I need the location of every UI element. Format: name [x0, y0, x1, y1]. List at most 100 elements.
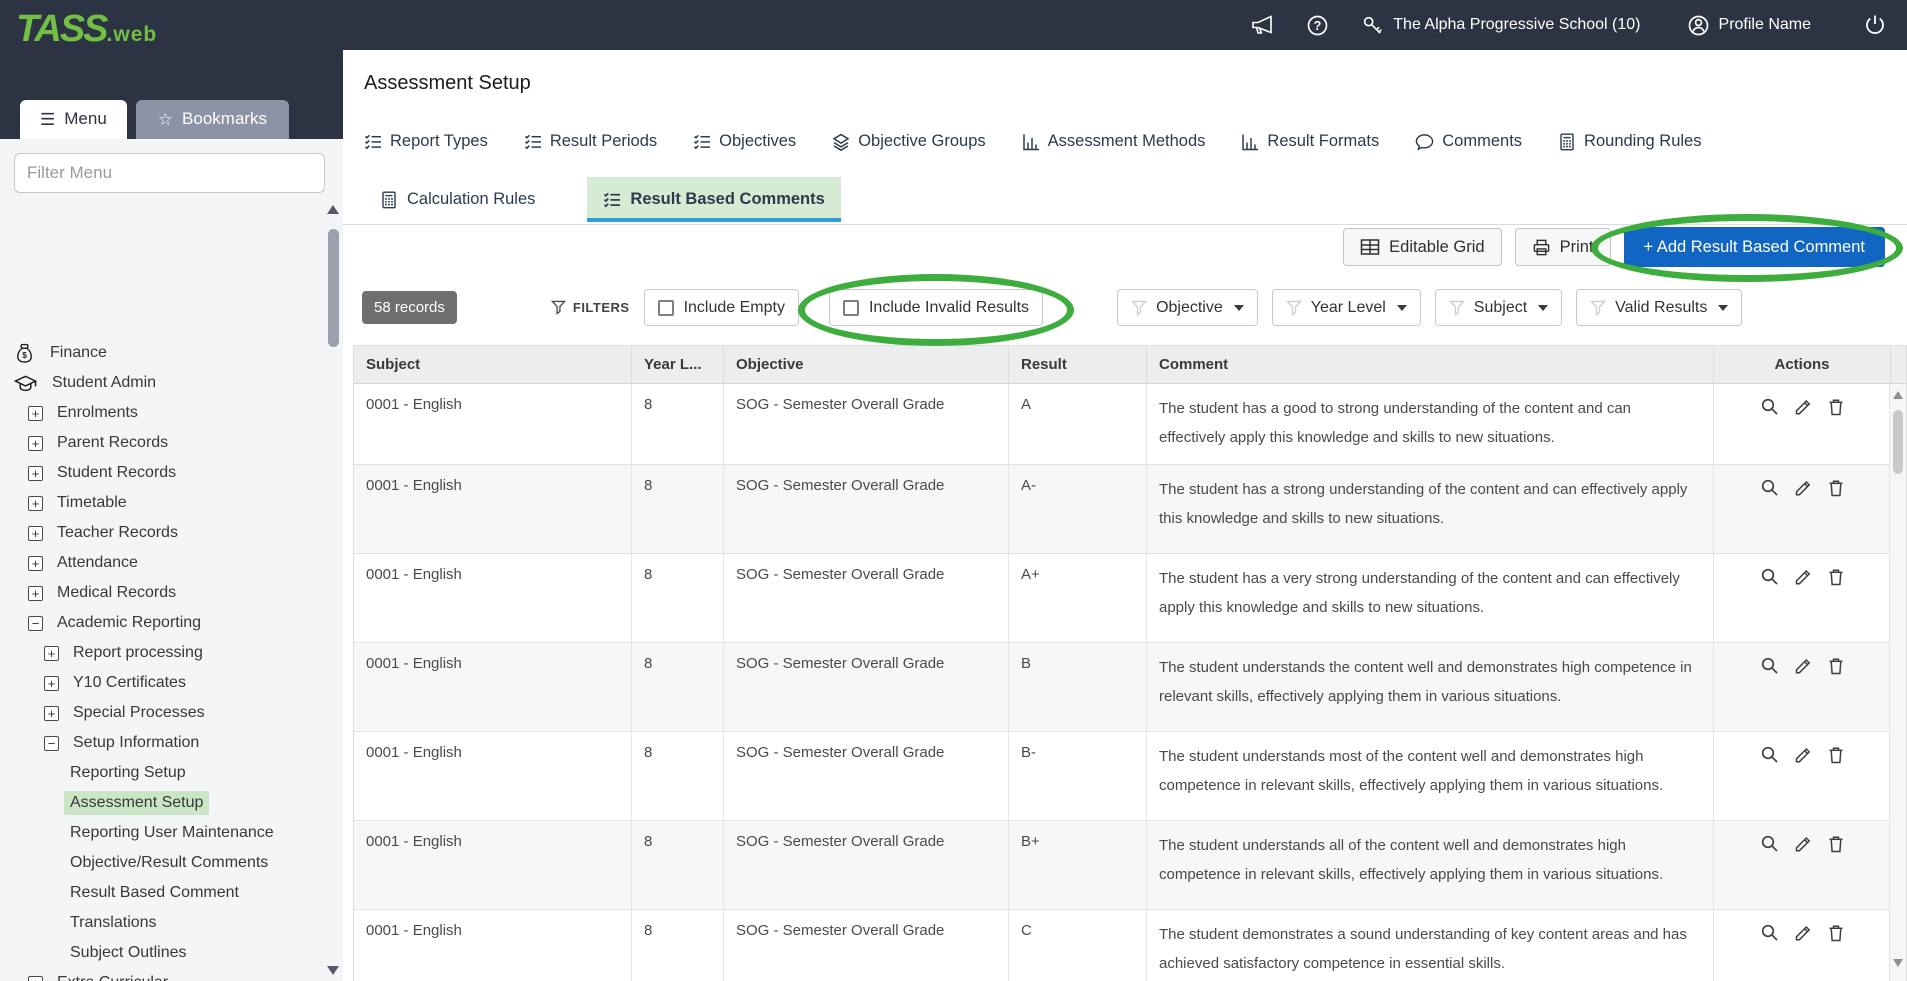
sidebar-item-timetable[interactable]: +Timetable [0, 488, 325, 518]
cell-result: C [1009, 910, 1147, 981]
tab-report-types[interactable]: Report Types [364, 132, 488, 151]
include-empty-checkbox[interactable]: Include Empty [644, 289, 799, 326]
column-header-subject[interactable]: Subject [354, 346, 632, 383]
filter-menu-input[interactable] [14, 153, 325, 193]
expand-plus-icon[interactable]: + [44, 676, 59, 691]
sidebar-item-student-admin[interactable]: Student Admin [0, 368, 325, 398]
edit-button[interactable] [1793, 834, 1813, 854]
tab-result-based-comments[interactable]: Result Based Comments [587, 177, 840, 222]
logout-button[interactable] [1863, 13, 1887, 37]
expand-plus-icon[interactable]: + [44, 646, 59, 661]
collapse-minus-icon[interactable]: − [28, 616, 43, 631]
expand-plus-icon[interactable]: + [28, 586, 43, 601]
delete-button[interactable] [1826, 567, 1846, 587]
tab-assessment-methods[interactable]: Assessment Methods [1022, 132, 1206, 151]
sidebar-item-finance[interactable]: $Finance [0, 338, 325, 368]
view-button[interactable] [1760, 745, 1780, 765]
checkbox-icon[interactable] [843, 300, 859, 316]
sidebar-item-setup-information[interactable]: −Setup Information [0, 728, 325, 758]
objective-filter-dropdown[interactable]: Objective [1117, 289, 1258, 326]
delete-button[interactable] [1826, 745, 1846, 765]
sidebar-item-attendance[interactable]: +Attendance [0, 548, 325, 578]
column-header-result[interactable]: Result [1009, 346, 1147, 383]
expand-plus-icon[interactable]: + [28, 556, 43, 571]
profile-menu[interactable]: Profile Name [1687, 14, 1811, 37]
edit-button[interactable] [1793, 567, 1813, 587]
year-level-filter-dropdown[interactable]: Year Level [1272, 289, 1421, 326]
view-button[interactable] [1760, 478, 1780, 498]
edit-button[interactable] [1793, 745, 1813, 765]
view-button[interactable] [1760, 656, 1780, 676]
include-invalid-results-checkbox[interactable]: Include Invalid Results [829, 289, 1043, 326]
sidebar-item-parent-records[interactable]: +Parent Records [0, 428, 325, 458]
tab-menu[interactable]: ☰ Menu [20, 100, 127, 139]
sidebar-item-medical-records[interactable]: +Medical Records [0, 578, 325, 608]
tab-result-formats[interactable]: Result Formats [1241, 132, 1379, 151]
subject-filter-dropdown[interactable]: Subject [1435, 289, 1562, 326]
scroll-up-icon[interactable] [327, 205, 339, 214]
expand-plus-icon[interactable]: + [44, 706, 59, 721]
collapse-minus-icon[interactable]: − [44, 736, 59, 751]
tab-objectives[interactable]: Objectives [693, 132, 796, 151]
sidebar-item-result-based-comment[interactable]: Result Based Comment [0, 878, 325, 908]
sidebar-item-enrolments[interactable]: +Enrolments [0, 398, 325, 428]
delete-button[interactable] [1826, 478, 1846, 498]
tab-comments[interactable]: Comments [1415, 132, 1522, 151]
sidebar-item-reporting-user-maintenance[interactable]: Reporting User Maintenance [0, 818, 325, 848]
view-button[interactable] [1760, 834, 1780, 854]
announcements-button[interactable] [1250, 14, 1276, 36]
sidebar-item-report-processing[interactable]: +Report processing [0, 638, 325, 668]
sidebar-item-special-processes[interactable]: +Special Processes [0, 698, 325, 728]
column-header-year-level[interactable]: Year L... [632, 346, 724, 383]
tab-bookmarks[interactable]: ☆ Bookmarks [136, 100, 289, 139]
sidebar-item-assessment-setup[interactable]: Assessment Setup [0, 788, 325, 818]
tab-objective-groups[interactable]: Objective Groups [832, 132, 985, 151]
scrollbar-thumb[interactable] [1893, 410, 1903, 474]
column-header-comment[interactable]: Comment [1147, 346, 1714, 383]
valid-results-filter-dropdown[interactable]: Valid Results [1576, 289, 1742, 326]
expand-plus-icon[interactable]: + [28, 526, 43, 541]
expand-plus-icon[interactable]: + [28, 496, 43, 511]
delete-button[interactable] [1826, 397, 1846, 417]
sidebar-item-translations[interactable]: Translations [0, 908, 325, 938]
editable-grid-button[interactable]: Editable Grid [1343, 228, 1501, 266]
tab-result-periods[interactable]: Result Periods [524, 132, 657, 151]
sidebar-item-student-records[interactable]: +Student Records [0, 458, 325, 488]
view-button[interactable] [1760, 567, 1780, 587]
view-button[interactable] [1760, 397, 1780, 417]
scroll-down-icon[interactable] [1893, 959, 1903, 967]
table-scrollbar[interactable] [1889, 384, 1906, 981]
checklist-icon [364, 133, 382, 151]
expand-plus-icon[interactable]: + [28, 436, 43, 451]
scroll-down-icon[interactable] [327, 966, 339, 975]
tab-calculation-rules[interactable]: Calculation Rules [364, 177, 551, 222]
sidebar-item-subject-outlines[interactable]: Subject Outlines [0, 938, 325, 968]
sidebar-item-teacher-records[interactable]: +Teacher Records [0, 518, 325, 548]
print-button[interactable]: Print [1515, 228, 1611, 266]
sidebar-item-y10-certificates[interactable]: +Y10 Certificates [0, 668, 325, 698]
delete-button[interactable] [1826, 834, 1846, 854]
scrollbar-thumb[interactable] [328, 229, 339, 347]
sidebar-item-objective-result-comments[interactable]: Objective/Result Comments [0, 848, 325, 878]
edit-button[interactable] [1793, 656, 1813, 676]
column-header-objective[interactable]: Objective [724, 346, 1009, 383]
delete-button[interactable] [1826, 656, 1846, 676]
sidebar-scrollbar[interactable] [327, 205, 340, 975]
edit-button[interactable] [1793, 923, 1813, 943]
tab-rounding-rules[interactable]: Rounding Rules [1558, 132, 1701, 151]
sidebar-item-extra-curricular[interactable]: +Extra Curricular [0, 968, 325, 981]
expand-plus-icon[interactable]: + [28, 976, 43, 981]
school-selector[interactable]: The Alpha Progressive School (10) [1361, 14, 1640, 37]
expand-plus-icon[interactable]: + [28, 406, 43, 421]
sidebar-item-reporting-setup[interactable]: Reporting Setup [0, 758, 325, 788]
scroll-up-icon[interactable] [1893, 391, 1903, 399]
delete-button[interactable] [1826, 923, 1846, 943]
view-button[interactable] [1760, 923, 1780, 943]
add-result-based-comment-button[interactable]: + Add Result Based Comment [1624, 227, 1886, 267]
edit-button[interactable] [1793, 478, 1813, 498]
sidebar-item-academic-reporting[interactable]: −Academic Reporting [0, 608, 325, 638]
checkbox-icon[interactable] [658, 300, 674, 316]
edit-button[interactable] [1793, 397, 1813, 417]
expand-plus-icon[interactable]: + [28, 466, 43, 481]
help-button[interactable]: ? [1306, 14, 1329, 37]
